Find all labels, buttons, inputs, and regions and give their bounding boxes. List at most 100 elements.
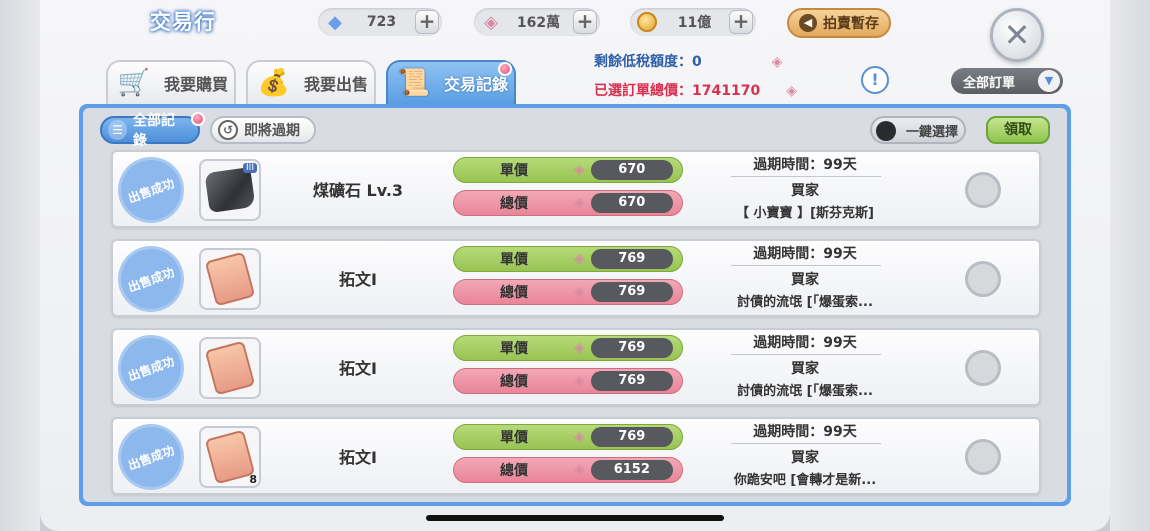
shard-icon: ◈ — [574, 251, 585, 267]
claim-button[interactable]: 領取 — [986, 116, 1050, 144]
add-shard-button[interactable]: + — [573, 10, 597, 34]
info-icon: ! — [871, 70, 879, 89]
page-title: 交易行 — [150, 10, 216, 34]
coin-icon — [637, 12, 657, 32]
toggle-knob — [876, 121, 896, 141]
item-name: 拓文Ⅰ — [339, 359, 377, 378]
order-filter-value: 全部訂單 — [963, 75, 1016, 91]
total-price-label: 總價 — [500, 285, 528, 301]
item-slot[interactable] — [199, 337, 261, 399]
total-price: 總價 ◈ 6152 — [453, 457, 683, 483]
sold-stamp: 出售成功 — [121, 427, 181, 487]
record-row[interactable]: 出售成功 拓文Ⅰ 單價 ◈ 769 總價 ◈ 769 過期時間：99天 買家 討… — [111, 239, 1041, 317]
total-price-value: 769 — [590, 282, 673, 302]
subtab-notification-dot — [191, 112, 205, 126]
divider — [731, 354, 881, 355]
buyer-name: 你跪安吧 [會轉才是新... — [733, 473, 877, 488]
home-indicator[interactable] — [426, 515, 724, 521]
item-name: 拓文Ⅰ — [339, 448, 377, 467]
records-panel-inner: ☰ 全部記錄 ↺ 即將過期 一鍵選擇 領取 出售成功 III 煤礦石 Lv.3 … — [83, 108, 1067, 502]
buyer-label: 買家 — [791, 272, 819, 288]
record-row[interactable]: 出售成功 8 拓文Ⅰ 單價 ◈ 769 總價 ◈ 6152 過期時間：99天 買… — [111, 417, 1041, 495]
unit-price: 單價 ◈ 769 — [453, 335, 683, 361]
diamond-value: 723 — [366, 14, 397, 30]
auction-storage-button[interactable]: ◀ 拍賣暫存 — [787, 8, 891, 38]
tab-records[interactable]: 📜 交易記錄 — [386, 60, 516, 104]
order-filter-dropdown[interactable]: 全部訂單 ▼ — [951, 68, 1063, 94]
low-tax-quota-label: 剩餘低稅額度： — [594, 54, 692, 70]
tab-records-label: 交易記錄 — [444, 75, 509, 94]
rubbing-scroll-icon — [204, 429, 256, 485]
subtab-all-records-label: 全部記錄 — [132, 113, 175, 149]
buyer-label: 買家 — [791, 361, 819, 377]
unit-price-value: 670 — [590, 160, 673, 180]
total-price: 總價 ◈ 769 — [453, 279, 683, 305]
shard-icon: ◈ — [574, 162, 585, 178]
unit-price-value: 769 — [590, 427, 673, 447]
subtab-expiring-label: 即將過期 — [244, 123, 300, 139]
coin-resource: 11億 + — [630, 8, 756, 36]
close-button[interactable]: ✕ — [990, 8, 1044, 62]
record-row[interactable]: 出售成功 拓文Ⅰ 單價 ◈ 769 總價 ◈ 769 過期時間：99天 買家 討… — [111, 328, 1041, 406]
buyer-name: 【 小寶寶 】[斯芬克斯] — [736, 206, 874, 221]
unit-price-label: 單價 — [500, 430, 528, 446]
buyer-label: 買家 — [791, 183, 819, 199]
tab-sell[interactable]: 💰 我要出售 — [246, 60, 376, 104]
unit-price-value: 769 — [590, 338, 673, 358]
item-slot[interactable]: 8 — [199, 426, 261, 488]
unit-price: 單價 ◈ 670 — [453, 157, 683, 183]
add-coin-button[interactable]: + — [729, 10, 753, 34]
clock-icon: ↺ — [218, 120, 238, 140]
item-name: 煤礦石 Lv.3 — [312, 181, 404, 200]
diamond-resource: ◆ 723 + — [318, 8, 442, 36]
select-checkbox[interactable] — [965, 439, 1001, 475]
select-checkbox[interactable] — [965, 350, 1001, 386]
shard-icon: ◈ — [786, 83, 797, 99]
tab-buy[interactable]: 🛒 我要購買 — [106, 60, 236, 104]
tab-sell-label: 我要出售 — [304, 75, 369, 94]
shard-icon: ◈ — [574, 429, 585, 445]
shard-icon: ◈ — [484, 11, 498, 33]
buyer-name: 討債的流氓 [「爆蛋索... — [737, 295, 873, 310]
records-panel: ☰ 全部記錄 ↺ 即將過期 一鍵選擇 領取 出售成功 III 煤礦石 Lv.3 … — [79, 104, 1071, 506]
buyer-label: 買家 — [791, 450, 819, 466]
total-price-value: 769 — [590, 371, 673, 391]
item-slot[interactable]: III — [199, 159, 261, 221]
coin-value: 11億 — [677, 15, 712, 31]
select-checkbox[interactable] — [965, 172, 1001, 208]
expire-time: 過期時間：99天 — [753, 157, 857, 173]
shard-value: 162萬 — [516, 15, 561, 31]
right-decor — [1110, 0, 1150, 531]
arrow-left-icon: ◀ — [799, 14, 817, 32]
total-price-value: 670 — [590, 193, 673, 213]
total-price-value: 6152 — [590, 460, 673, 480]
sold-stamp: 出售成功 — [121, 160, 181, 220]
select-checkbox[interactable] — [965, 261, 1001, 297]
info-button[interactable]: ! — [861, 66, 889, 94]
subtab-expiring[interactable]: ↺ 即將過期 — [210, 116, 316, 144]
tab-buy-label: 我要購買 — [164, 75, 229, 94]
one-click-select-toggle[interactable]: 一鍵選擇 — [870, 116, 966, 144]
tab-records-notification-dot — [498, 62, 512, 76]
low-tax-quota-value: 0 — [692, 54, 702, 70]
expire-time: 過期時間：99天 — [753, 246, 857, 262]
diamond-icon: ◆ — [328, 11, 342, 33]
shard-icon: ◈ — [771, 54, 783, 70]
unit-price: 單價 ◈ 769 — [453, 246, 683, 272]
record-row[interactable]: 出售成功 III 煤礦石 Lv.3 單價 ◈ 670 總價 ◈ 670 過期時間… — [111, 150, 1041, 228]
item-slot[interactable] — [199, 248, 261, 310]
scroll-icon: 📜 — [397, 68, 431, 98]
rubbing-scroll-icon — [204, 251, 256, 307]
selected-total: 已選訂單總價：1741170 ◈ — [594, 80, 797, 100]
expire-time: 過期時間：99天 — [753, 335, 857, 351]
add-diamond-button[interactable]: + — [415, 10, 439, 34]
unit-price-label: 單價 — [500, 252, 528, 268]
expire-time: 過期時間：99天 — [753, 424, 857, 440]
total-price-label: 總價 — [500, 374, 528, 390]
chevron-down-icon: ▼ — [1038, 70, 1060, 92]
money-bag-icon: 💰 — [257, 68, 291, 98]
shard-icon: ◈ — [574, 373, 585, 389]
buyer-name: 討債的流氓 [「爆蛋索... — [737, 384, 873, 399]
subtab-all-records[interactable]: ☰ 全部記錄 — [100, 113, 200, 149]
total-price-label: 總價 — [500, 196, 528, 212]
